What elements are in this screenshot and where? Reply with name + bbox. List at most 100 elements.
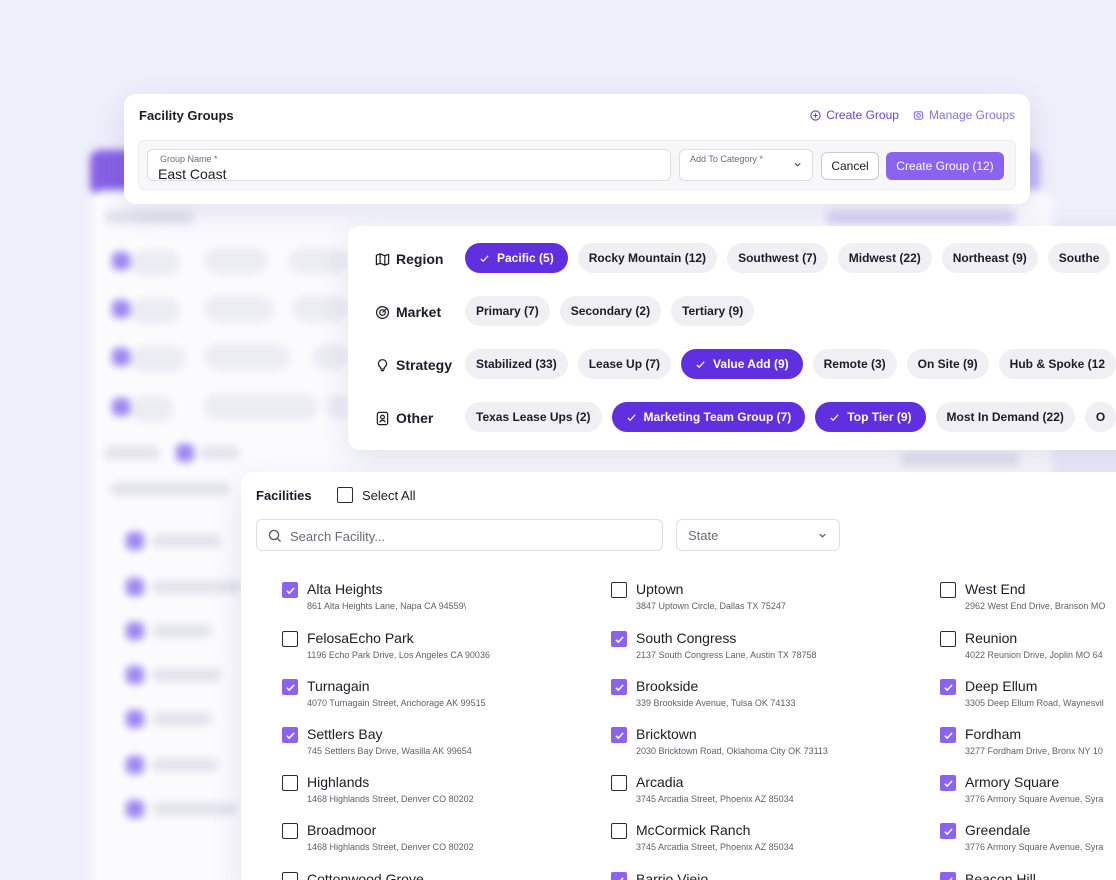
chip-southeast[interactable]: Southe: [1047, 243, 1111, 273]
chip-stabilized[interactable]: Stabilized (33): [465, 349, 568, 379]
facility-checkbox[interactable]: [611, 872, 627, 880]
facility-item[interactable]: Highlands 1468 Highlands Street, Denver C…: [282, 773, 602, 813]
create-group-link[interactable]: Create Group: [810, 108, 899, 122]
chip-tertiary[interactable]: Tertiary (9): [671, 296, 755, 326]
facility-item[interactable]: Reunion 4022 Reunion Drive, Joplin MO 64: [940, 629, 1116, 669]
facility-item[interactable]: Alta Heights 861 Alta Heights Lane, Napa …: [282, 580, 602, 620]
category-select[interactable]: Add To Category *: [679, 149, 813, 181]
check-icon: [615, 876, 624, 880]
facility-checkbox[interactable]: [282, 775, 298, 791]
facility-checkbox[interactable]: [282, 823, 298, 839]
chip-pacific[interactable]: Pacific (5): [465, 243, 568, 273]
search-input[interactable]: [290, 526, 650, 546]
facility-item[interactable]: West End 2962 West End Drive, Branson MO: [940, 580, 1116, 620]
state-select[interactable]: State: [676, 519, 840, 551]
facilities-card: Facilities Select All State Alta Heights…: [241, 472, 1116, 880]
chip-remote[interactable]: Remote (3): [812, 349, 897, 379]
chip-other-more[interactable]: O: [1084, 402, 1116, 432]
checkbox: [337, 487, 353, 503]
create-group-button[interactable]: Create Group (12): [886, 152, 1004, 180]
facility-checkbox[interactable]: [611, 631, 627, 647]
facility-item[interactable]: South Congress 2137 South Congress Lane, …: [611, 629, 931, 669]
facility-item[interactable]: Settlers Bay 745 Settlers Bay Drive, Wasi…: [282, 725, 602, 765]
facility-item[interactable]: Fordham 3277 Fordham Drive, Bronx NY 10: [940, 725, 1116, 765]
cancel-button[interactable]: Cancel: [821, 152, 879, 180]
chip-texas-lease-ups[interactable]: Texas Lease Ups (2): [465, 402, 602, 432]
manage-groups-link[interactable]: Manage Groups: [913, 108, 1015, 122]
filter-label-other: Other: [375, 410, 433, 426]
facility-checkbox[interactable]: [282, 872, 298, 880]
facility-item[interactable]: Cottonwood Grove: [282, 870, 602, 880]
facility-checkbox[interactable]: [282, 679, 298, 695]
filter-label-text: Strategy: [396, 357, 453, 373]
chip-value-add[interactable]: Value Add (9): [681, 349, 803, 379]
facility-checkbox[interactable]: [611, 775, 627, 791]
group-name-value: East Coast: [158, 166, 227, 182]
chip-label: Marketing Team Group (7): [643, 410, 792, 424]
chip-top-tier[interactable]: Top Tier (9): [815, 402, 926, 432]
chip-most-in-demand[interactable]: Most In Demand (22): [935, 402, 1075, 432]
chip-marketing-team-group[interactable]: Marketing Team Group (7): [611, 402, 806, 432]
background-dot: [112, 300, 130, 318]
facility-checkbox[interactable]: [940, 775, 956, 791]
facility-checkbox[interactable]: [282, 631, 298, 647]
facility-item[interactable]: Arcadia 3745 Arcadia Street, Phoenix AZ 8…: [611, 773, 931, 813]
filter-label-region: Region: [375, 251, 443, 267]
target-icon: [375, 305, 390, 319]
facility-address: 745 Settlers Bay Drive, Wasilla AK 99654: [307, 746, 472, 756]
chip-hub-spoke[interactable]: Hub & Spoke (12: [998, 349, 1116, 379]
filter-row-other: Other Texas Lease Ups (2) Marketing Team…: [348, 402, 1116, 436]
group-name-field[interactable]: Group Name * East Coast: [147, 149, 671, 182]
filter-label-text: Region: [396, 251, 444, 267]
facility-item[interactable]: Deep Ellum 3305 Deep Ellum Road, Waynesvi…: [940, 677, 1116, 717]
facility-checkbox[interactable]: [940, 872, 956, 880]
facility-item[interactable]: Bricktown 2030 Bricktown Road, Oklahoma C…: [611, 725, 931, 765]
background-pill: [130, 396, 174, 422]
facility-checkbox[interactable]: [940, 727, 956, 743]
background-pill: [130, 298, 180, 324]
chip-secondary[interactable]: Secondary (2): [559, 296, 662, 326]
facility-item[interactable]: Barrio Viejo: [611, 870, 931, 880]
facility-name: Bricktown: [636, 726, 697, 742]
facility-item[interactable]: Turnagain 4070 Turnagain Street, Anchorag…: [282, 677, 602, 717]
chip-midwest[interactable]: Midwest (22): [837, 243, 932, 273]
check-icon: [943, 731, 953, 739]
facility-checkbox[interactable]: [611, 582, 627, 598]
background-line: [152, 712, 212, 726]
facility-checkbox[interactable]: [282, 727, 298, 743]
facility-checkbox[interactable]: [940, 582, 956, 598]
facility-checkbox[interactable]: [611, 823, 627, 839]
select-all-checkbox[interactable]: Select All: [337, 487, 415, 503]
chip-label: On Site (9): [917, 357, 978, 371]
check-icon: [614, 731, 624, 739]
chip-label: Lease Up (7): [588, 357, 661, 371]
chip-southwest[interactable]: Southwest (7): [727, 243, 828, 273]
chip-rocky-mountain[interactable]: Rocky Mountain (12): [577, 243, 718, 273]
facility-checkbox[interactable]: [940, 679, 956, 695]
facility-item[interactable]: McCormick Ranch 3745 Arcadia Street, Phoe…: [611, 821, 931, 861]
facility-checkbox[interactable]: [940, 823, 956, 839]
facility-address: 3745 Arcadia Street, Phoenix AZ 85034: [636, 842, 794, 852]
facility-address: 3745 Arcadia Street, Phoenix AZ 85034: [636, 794, 794, 804]
facility-item[interactable]: Broadmoor 1468 Highlands Street, Denver C…: [282, 821, 602, 861]
facility-address: 2962 West End Drive, Branson MO: [965, 601, 1106, 611]
facility-item[interactable]: Uptown 3847 Uptown Circle, Dallas TX 7524…: [611, 580, 931, 620]
background-line: [152, 802, 238, 816]
chip-lease-up[interactable]: Lease Up (7): [577, 349, 672, 379]
facility-item[interactable]: FelosaEcho Park 1196 Echo Park Drive, Los…: [282, 629, 602, 669]
facility-checkbox[interactable]: [611, 727, 627, 743]
facility-item[interactable]: Greendale 3776 Armory Square Avenue, Syra: [940, 821, 1116, 861]
facility-item[interactable]: Brookside 339 Brookside Avenue, Tulsa OK …: [611, 677, 931, 717]
chip-label: Midwest (22): [848, 251, 921, 265]
background-pill: [130, 346, 186, 372]
chip-northeast[interactable]: Northeast (9): [941, 243, 1038, 273]
facility-checkbox[interactable]: [940, 631, 956, 647]
facility-item[interactable]: Armory Square 3776 Armory Square Avenue, …: [940, 773, 1116, 813]
background-line: [900, 452, 1020, 466]
chip-on-site[interactable]: On Site (9): [906, 349, 989, 379]
facility-checkbox[interactable]: [611, 679, 627, 695]
chip-primary[interactable]: Primary (7): [465, 296, 550, 326]
facility-checkbox[interactable]: [282, 582, 298, 598]
filter-row-region: Region Pacific (5) Rocky Mountain (12) S…: [348, 243, 1116, 277]
facility-item[interactable]: Beacon Hill: [940, 870, 1116, 880]
